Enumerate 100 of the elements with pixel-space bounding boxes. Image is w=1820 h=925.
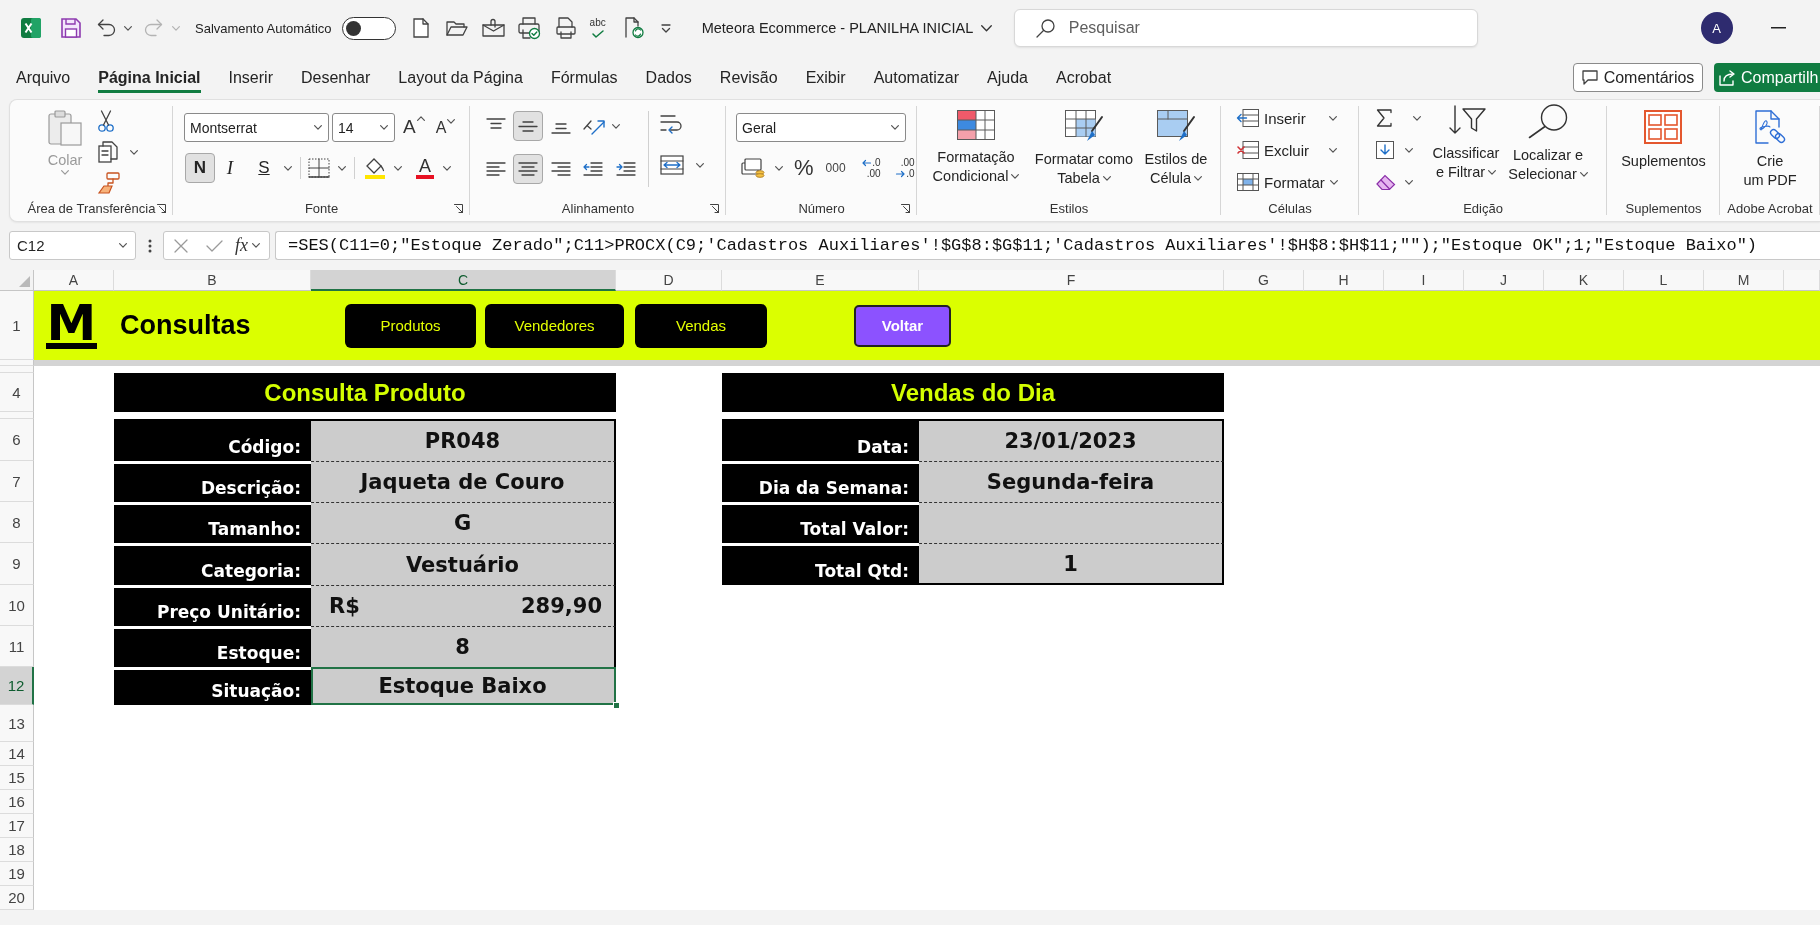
copy-icon[interactable] bbox=[98, 141, 118, 163]
conditional-formatting-button[interactable]: Formatação Condicional bbox=[928, 110, 1024, 186]
text-angle-icon[interactable] bbox=[582, 117, 606, 135]
ribbon-tab[interactable]: Layout da Página bbox=[398, 62, 523, 93]
column-header[interactable]: I bbox=[1384, 270, 1464, 291]
column-header[interactable]: M bbox=[1704, 270, 1784, 291]
format-as-table-button[interactable]: Formatar como Tabela bbox=[1032, 110, 1136, 188]
dialog-launcher-icon[interactable] bbox=[454, 204, 463, 213]
caret-icon[interactable] bbox=[338, 165, 346, 171]
format-cells-button[interactable]: Formatar bbox=[1237, 168, 1337, 196]
create-pdf-button[interactable]: Crie um PDF bbox=[1743, 110, 1797, 190]
caret-icon[interactable] bbox=[124, 25, 132, 31]
column-header[interactable]: B bbox=[114, 270, 311, 291]
tick-icon[interactable] bbox=[591, 30, 604, 38]
autosave-toggle[interactable] bbox=[341, 16, 396, 40]
spelling-button[interactable]: abc bbox=[589, 18, 606, 38]
ribbon-tab[interactable]: Arquivo bbox=[16, 62, 71, 93]
back-button[interactable]: Voltar bbox=[854, 304, 951, 347]
paintbrush-icon[interactable] bbox=[98, 172, 120, 194]
bold-button[interactable]: N bbox=[185, 153, 215, 183]
column-header[interactable]: K bbox=[1544, 270, 1624, 291]
nav-button[interactable]: Vendas bbox=[635, 303, 767, 348]
increase-indent-icon[interactable] bbox=[616, 162, 636, 176]
row-header[interactable]: 8 bbox=[0, 502, 34, 543]
delete-cells-icon[interactable] bbox=[1237, 141, 1259, 159]
caret-icon[interactable] bbox=[130, 149, 138, 155]
thousands-separator-button[interactable]: 000 bbox=[825, 161, 846, 175]
search-icon[interactable] bbox=[1528, 104, 1568, 138]
row-header[interactable]: 15 bbox=[0, 766, 34, 790]
row-header[interactable]: 6 bbox=[0, 419, 34, 461]
fill-handle[interactable] bbox=[613, 702, 620, 709]
arrow-right-icon[interactable] bbox=[896, 170, 906, 177]
caret-icon[interactable] bbox=[891, 125, 899, 130]
column-header[interactable]: J bbox=[1464, 270, 1544, 291]
find-select-button[interactable]: Localizar e Selecionar bbox=[1503, 104, 1593, 184]
dialog-launcher-icon[interactable] bbox=[710, 204, 719, 213]
column-header[interactable]: F bbox=[919, 270, 1224, 291]
ribbon-tab[interactable]: Acrobat bbox=[1055, 62, 1112, 93]
merge-center-icon[interactable] bbox=[660, 155, 684, 175]
caret-icon[interactable] bbox=[314, 125, 322, 130]
font-size-field[interactable]: 14 bbox=[332, 113, 395, 142]
caret-icon[interactable] bbox=[1405, 179, 1413, 185]
ribbon-tab[interactable]: Exibir bbox=[805, 62, 846, 93]
align-middle-button[interactable] bbox=[513, 111, 543, 141]
table-brush-icon[interactable] bbox=[1065, 110, 1103, 142]
comments-button[interactable]: Comentários bbox=[1573, 63, 1703, 92]
caret-icon[interactable] bbox=[1579, 172, 1588, 177]
nav-button[interactable]: Produtos bbox=[345, 303, 476, 348]
align-bottom-icon[interactable] bbox=[551, 123, 571, 134]
ribbon-tab[interactable]: Revisão bbox=[719, 62, 778, 93]
decrease-decimal-button[interactable]: .00 .0 bbox=[891, 157, 915, 179]
caret-icon[interactable] bbox=[1405, 147, 1413, 153]
row-header[interactable]: 1 bbox=[0, 291, 34, 360]
row-header[interactable]: 20 bbox=[0, 886, 34, 910]
comment-icon[interactable] bbox=[1581, 70, 1598, 85]
paint-bucket-icon[interactable] bbox=[364, 157, 386, 179]
align-middle-icon[interactable] bbox=[518, 120, 538, 132]
search-field[interactable]: Pesquisar bbox=[1013, 9, 1478, 47]
caret-icon[interactable] bbox=[443, 165, 451, 171]
ribbon-tab[interactable]: Desenhar bbox=[300, 62, 371, 93]
undo-icon[interactable] bbox=[97, 19, 116, 37]
ribbon-tab[interactable]: Dados bbox=[645, 62, 692, 93]
caret-icon[interactable] bbox=[252, 243, 260, 248]
spreadsheet-app-icon[interactable] bbox=[21, 18, 41, 38]
cell-style-brush-icon[interactable] bbox=[1157, 110, 1195, 142]
row-header[interactable]: 4 bbox=[0, 373, 34, 412]
folder-icon[interactable] bbox=[445, 19, 468, 37]
column-header[interactable]: D bbox=[616, 270, 722, 291]
sort-filter-button[interactable]: Classificar e Filtrar bbox=[1430, 104, 1502, 182]
search-icon[interactable] bbox=[1035, 19, 1055, 38]
caret-icon[interactable] bbox=[394, 165, 402, 171]
ribbon-tab[interactable]: Inserir bbox=[228, 62, 273, 93]
column-header[interactable]: C bbox=[311, 270, 616, 291]
printer-check-icon[interactable] bbox=[517, 17, 540, 39]
dialog-launcher-icon[interactable] bbox=[901, 204, 910, 213]
eraser-icon[interactable] bbox=[1376, 174, 1396, 190]
row-header[interactable]: 18 bbox=[0, 838, 34, 862]
caret-icon[interactable] bbox=[1329, 115, 1337, 121]
column-header[interactable]: L bbox=[1624, 270, 1704, 291]
wrap-text-icon[interactable] bbox=[660, 114, 682, 136]
caret-icon[interactable] bbox=[1329, 147, 1337, 153]
caret-icon[interactable] bbox=[447, 118, 456, 124]
caret-icon[interactable] bbox=[696, 162, 704, 168]
formula-field[interactable]: =SES(C11=0;"Estoque Zerado";C11>PROCX(C9;'Cadastros Auxiliares'!$G$8:$G$11;'Cadastros Auxiliares'!$H$8:$H$11;"");"Estoque OK";1;"Estoque Baixo") bbox=[275, 231, 1820, 260]
new-document-icon[interactable] bbox=[412, 18, 429, 38]
row-header[interactable]: 16 bbox=[0, 790, 34, 814]
row-header[interactable]: 13 bbox=[0, 705, 34, 742]
font-color-button[interactable]: A bbox=[416, 157, 434, 179]
font-family-field[interactable]: Montserrat bbox=[184, 113, 329, 142]
caret-icon[interactable] bbox=[380, 125, 388, 130]
caret-icon[interactable] bbox=[1102, 176, 1111, 181]
ribbon-tab[interactable]: Ajuda bbox=[987, 62, 1028, 93]
share-button[interactable]: Compartilh bbox=[1714, 63, 1820, 92]
percent-button[interactable]: % bbox=[794, 155, 814, 181]
insert-cells-icon[interactable] bbox=[1237, 109, 1259, 127]
scissors-icon[interactable] bbox=[98, 110, 114, 132]
save-icon[interactable] bbox=[61, 18, 81, 38]
currency-icon[interactable] bbox=[741, 158, 765, 178]
fill-down-icon[interactable] bbox=[1376, 141, 1394, 159]
caret-icon[interactable] bbox=[775, 165, 783, 171]
